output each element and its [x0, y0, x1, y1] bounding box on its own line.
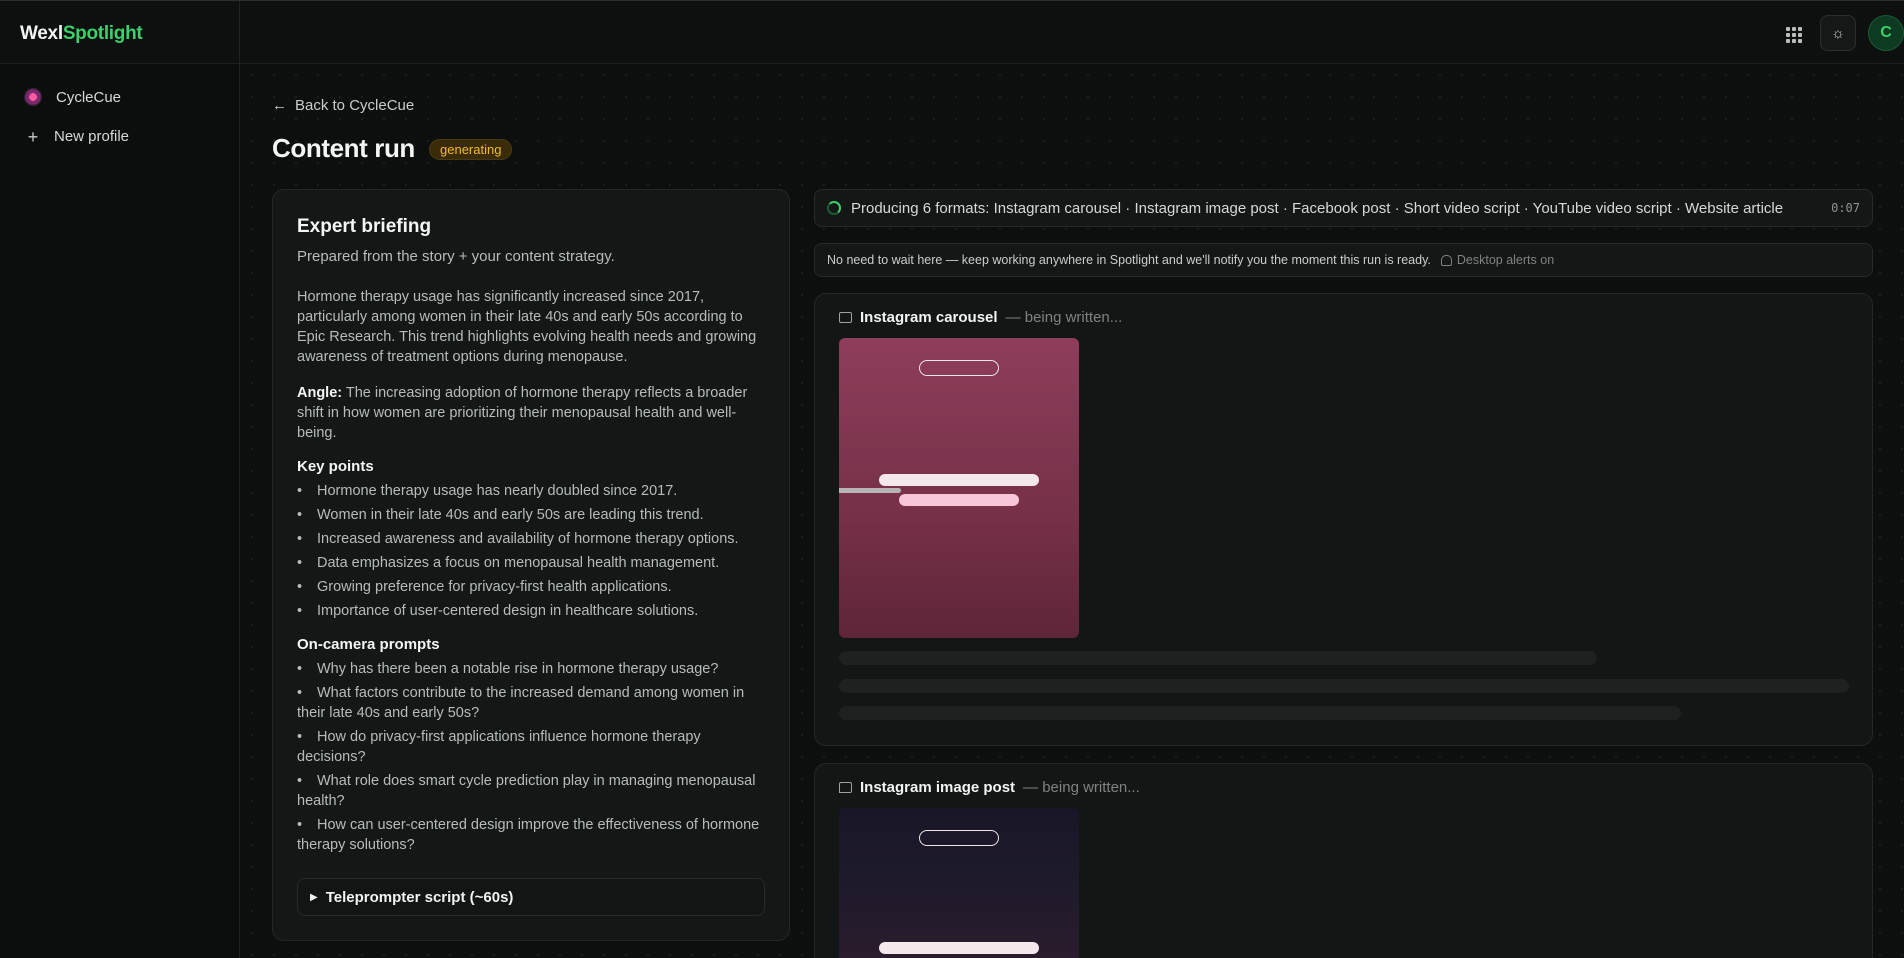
briefing-subtitle: Prepared from the story + your content s… [297, 248, 615, 265]
back-link-label: Back to CycleCue [295, 97, 415, 114]
sidebar-item-label: CycleCue [56, 88, 122, 106]
new-profile-button[interactable]: + New profile [26, 126, 130, 147]
sidebar-item-cyclecue[interactable]: CycleCue [24, 88, 121, 106]
list-item: How do privacy-first applications influe… [297, 727, 765, 767]
list-item: How can user-centered design improve the… [297, 815, 765, 855]
angle-text: The increasing adoption of hormone thera… [297, 385, 748, 441]
format-title: Instagram carousel [860, 309, 998, 326]
skeleton-line [839, 706, 1681, 720]
format-card-instagram-image-post: Instagram image post — being written... [814, 763, 1873, 958]
avatar-initial: C [1880, 24, 1892, 41]
theme-toggle-button[interactable]: ☼ [1820, 15, 1856, 51]
key-points-heading: Key points [297, 458, 374, 475]
list-item: Data emphasizes a focus on menopausal he… [297, 553, 765, 573]
list-item: Growing preference for privacy-first hea… [297, 577, 765, 597]
format-header: Instagram image post — being written... [839, 779, 1140, 796]
elapsed-timer: 0:07 [1831, 201, 1860, 215]
preview-tag-placeholder [919, 360, 999, 376]
plus-icon: + [27, 126, 39, 147]
user-avatar[interactable]: C [1868, 15, 1904, 51]
prompts-list: Why has there been a notable rise in hor… [297, 659, 765, 855]
list-item: What factors contribute to the increased… [297, 683, 765, 723]
spinner-icon [827, 201, 841, 215]
list-item: Women in their late 40s and early 50s ar… [297, 505, 765, 525]
expert-briefing-card: Expert briefing Prepared from the story … [272, 189, 790, 941]
briefing-summary: Hormone therapy usage has significantly … [297, 289, 757, 365]
brand-divider [239, 1, 240, 65]
chat-icon [839, 782, 852, 793]
key-points-list: Hormone therapy usage has nearly doubled… [297, 481, 765, 621]
preview-slide-indicator [839, 488, 901, 493]
format-card-instagram-carousel: Instagram carousel — being written... [814, 293, 1873, 746]
profile-avatar-icon [24, 88, 42, 106]
format-state: — being written... [1005, 309, 1123, 326]
brand-logo[interactable]: WexlSpotlight [20, 23, 143, 45]
list-item: Why has there been a notable rise in hor… [297, 659, 765, 679]
sun-icon: ☼ [1831, 24, 1845, 42]
list-item: Increased awareness and availability of … [297, 529, 765, 549]
brand-name-part1: Wexl [20, 23, 63, 44]
brand-name-part2: Spotlight [62, 23, 143, 44]
desktop-alerts-toggle[interactable]: Desktop alerts on [1440, 253, 1555, 267]
sidebar: CycleCue + New profile [0, 64, 240, 958]
skeleton-line [839, 679, 1849, 693]
list-item: Hormone therapy usage has nearly doubled… [297, 481, 765, 501]
desktop-alerts-label: Desktop alerts on [1456, 253, 1555, 267]
page-title: Content run [272, 133, 415, 163]
preview-headline-placeholder [879, 474, 1039, 486]
arrow-left-icon: ← [272, 97, 287, 114]
briefing-angle: Angle: The increasing adoption of hormon… [297, 383, 765, 443]
preview-tag-placeholder [919, 830, 999, 846]
list-item: What role does smart cycle prediction pl… [297, 771, 765, 811]
format-state: — being written... [1023, 779, 1140, 796]
progress-text: Producing 6 formats: Instagram carousel … [851, 199, 1784, 217]
list-item: Importance of user-centered design in he… [297, 601, 765, 621]
preview-subline-placeholder [899, 494, 1019, 506]
prompts-heading: On-camera prompts [297, 636, 440, 653]
image-post-preview [839, 808, 1079, 958]
apps-grid-icon[interactable] [1786, 27, 1802, 43]
triangle-right-icon: ▶ [310, 891, 318, 903]
teleprompter-toggle[interactable]: ▶ Teleprompter script (~60s) [297, 878, 765, 916]
images-icon [839, 312, 852, 323]
notify-notice: No need to wait here — keep working anyw… [814, 243, 1873, 277]
format-title: Instagram image post [860, 779, 1016, 796]
angle-label: Angle: [297, 385, 343, 401]
back-link[interactable]: ← Back to CycleCue [272, 97, 414, 114]
teleprompter-label: Teleprompter script (~60s) [325, 888, 514, 906]
top-bar: WexlSpotlight ☼ C [0, 0, 1904, 65]
new-profile-label: New profile [54, 128, 130, 145]
progress-banner: Producing 6 formats: Instagram carousel … [814, 189, 1873, 227]
skeleton-line [839, 651, 1597, 665]
briefing-title: Expert briefing [297, 216, 432, 237]
status-badge: generating [429, 139, 513, 160]
preview-headline-placeholder [879, 942, 1039, 954]
notice-text: No need to wait here — keep working anyw… [827, 253, 1431, 267]
carousel-preview-image [839, 338, 1079, 638]
format-header: Instagram carousel — being written... [839, 309, 1122, 326]
bell-icon [1440, 254, 1452, 266]
